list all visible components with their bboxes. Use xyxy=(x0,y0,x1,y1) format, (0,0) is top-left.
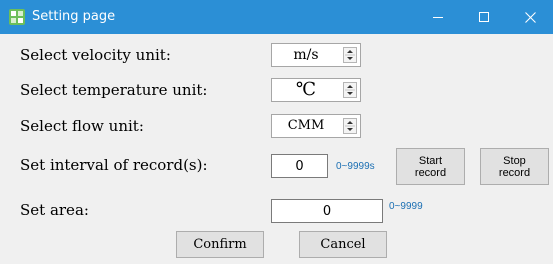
minimize-icon xyxy=(432,12,444,23)
temperature-unit-select[interactable]: ℃ xyxy=(271,78,361,102)
stop-record-button[interactable]: Stop record xyxy=(480,148,549,185)
close-icon xyxy=(524,11,536,23)
window-title: Setting page xyxy=(32,9,116,24)
flow-unit-label: Select flow unit: xyxy=(20,117,144,135)
flow-unit-spinner[interactable] xyxy=(343,118,357,134)
area-label: Set area: xyxy=(20,201,89,219)
spin-down-icon xyxy=(347,128,353,131)
cancel-button[interactable]: Cancel xyxy=(299,231,387,258)
area-range: 0~9999 xyxy=(389,201,423,212)
app-icon xyxy=(9,9,25,25)
spin-up-icon xyxy=(347,85,353,88)
setting-window: Setting page Select velocity unit: m/s S… xyxy=(0,0,553,264)
close-button[interactable] xyxy=(507,0,553,34)
spin-down-icon xyxy=(347,57,353,60)
area-input[interactable] xyxy=(271,199,383,223)
temperature-unit-spinner[interactable] xyxy=(343,82,357,98)
spin-down-icon xyxy=(347,92,353,95)
record-interval-input[interactable] xyxy=(271,154,328,178)
record-interval-range: 0~9999s xyxy=(336,161,375,172)
temperature-unit-label: Select temperature unit: xyxy=(20,81,208,99)
start-record-button[interactable]: Start record xyxy=(396,148,465,185)
spin-up-icon xyxy=(347,50,353,53)
flow-unit-select[interactable]: CMM xyxy=(271,114,361,138)
flow-unit-value: CMM xyxy=(287,118,325,133)
maximize-button[interactable] xyxy=(461,0,507,34)
minimize-button[interactable] xyxy=(415,0,461,34)
maximize-icon xyxy=(478,11,490,23)
title-bar[interactable]: Setting page xyxy=(0,0,553,34)
velocity-unit-value: m/s xyxy=(293,47,319,63)
spin-up-icon xyxy=(347,121,353,124)
confirm-button[interactable]: Confirm xyxy=(176,231,264,258)
record-interval-label: Set interval of record(s): xyxy=(20,156,208,174)
velocity-unit-select[interactable]: m/s xyxy=(271,43,361,67)
temperature-unit-value: ℃ xyxy=(295,79,317,100)
velocity-unit-label: Select velocity unit: xyxy=(20,46,171,64)
velocity-unit-spinner[interactable] xyxy=(343,47,357,63)
